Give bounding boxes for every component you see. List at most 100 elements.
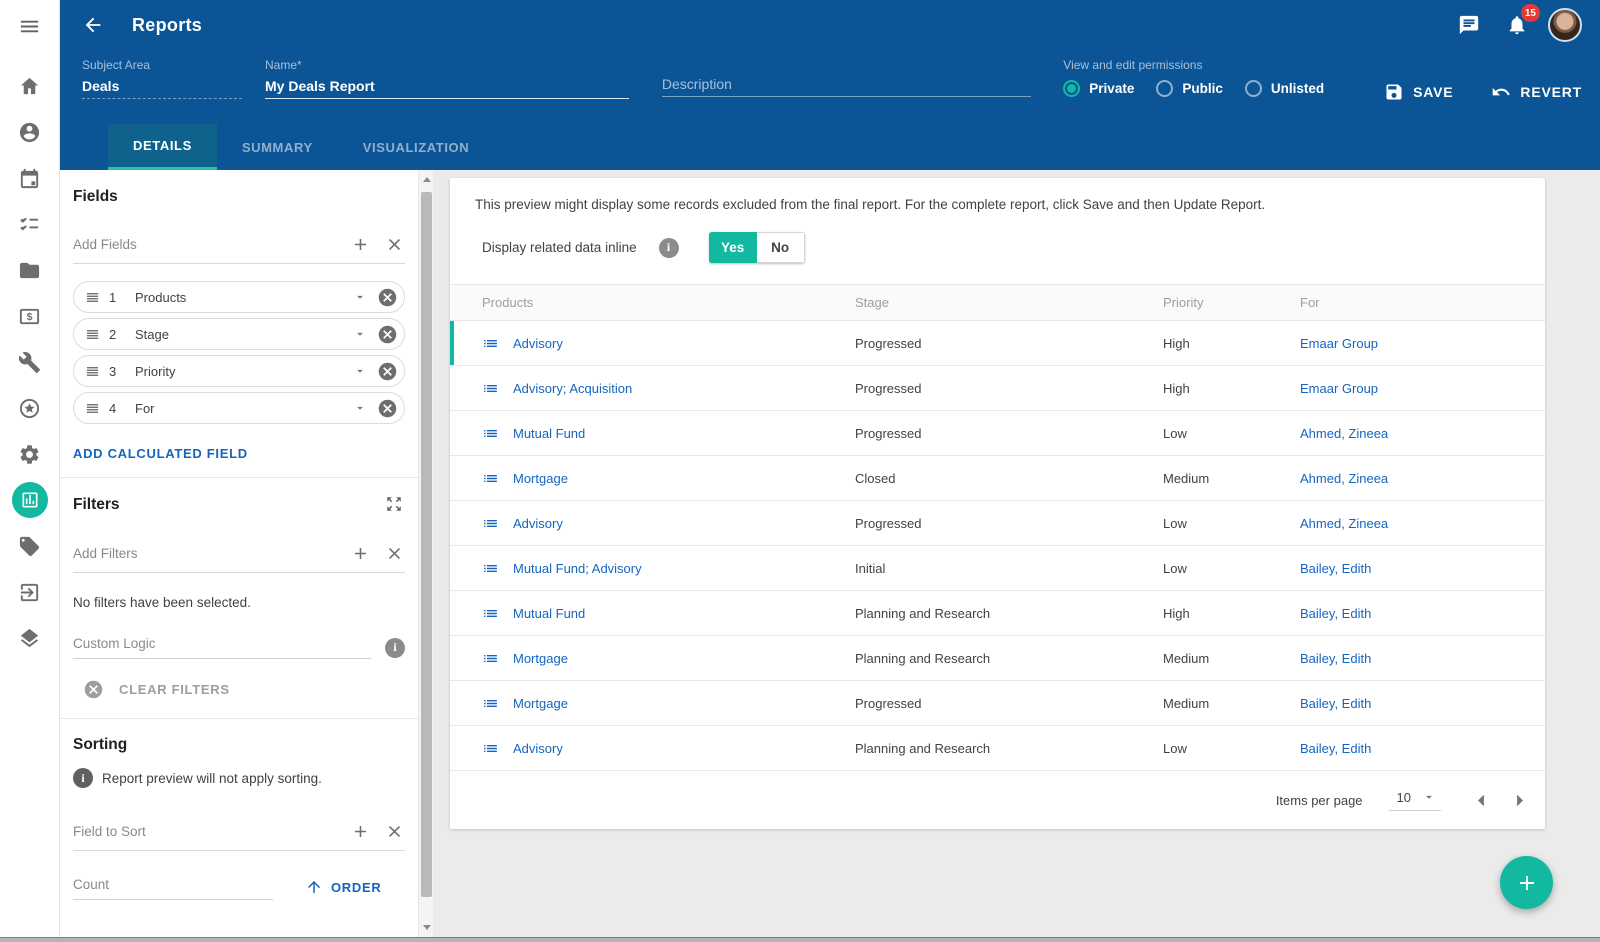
order-button[interactable]: ORDER: [305, 878, 381, 900]
drag-handle-icon[interactable]: [85, 289, 101, 305]
scrollbar-thumb[interactable]: [421, 192, 432, 897]
next-page-icon[interactable]: [1507, 788, 1531, 812]
table-row[interactable]: Mutual Fund Progressed Low Ahmed, Zineea: [450, 411, 1545, 456]
for-cell-link[interactable]: Ahmed, Zineea: [1300, 516, 1388, 531]
for-cell-link[interactable]: Bailey, Edith: [1300, 651, 1371, 666]
remove-field-icon[interactable]: [375, 322, 399, 346]
back-arrow-icon[interactable]: [82, 11, 110, 39]
products-cell-link[interactable]: Mutual Fund; Advisory: [513, 561, 642, 576]
scroll-up-icon[interactable]: [419, 172, 434, 187]
contacts-icon[interactable]: [17, 119, 43, 145]
tab-details[interactable]: DETAILS: [108, 124, 217, 170]
table-row[interactable]: Advisory Planning and Research Low Baile…: [450, 726, 1545, 771]
description-input[interactable]: [662, 75, 1031, 97]
clear-sort-close-icon[interactable]: [383, 820, 405, 842]
chevron-down-icon[interactable]: [352, 363, 368, 379]
tab-summary[interactable]: SUMMARY: [217, 124, 338, 170]
drag-handle-icon[interactable]: [85, 326, 101, 342]
table-row[interactable]: Mortgage Planning and Research Medium Ba…: [450, 636, 1545, 681]
add-filters-close-icon[interactable]: [383, 542, 405, 564]
for-cell-link[interactable]: Bailey, Edith: [1300, 696, 1371, 711]
drag-handle-icon[interactable]: [85, 400, 101, 416]
products-cell-link[interactable]: Mortgage: [513, 651, 568, 666]
chevron-down-icon[interactable]: [352, 400, 368, 416]
horizontal-scrollbar[interactable]: [0, 937, 1600, 942]
add-calculated-field-button[interactable]: ADD CALCULATED FIELD: [73, 446, 248, 461]
tools-icon[interactable]: [17, 349, 43, 375]
expand-fullscreen-icon[interactable]: [385, 495, 405, 515]
products-cell-link[interactable]: Advisory; Acquisition: [513, 381, 632, 396]
add-sort-plus-icon[interactable]: [349, 820, 371, 842]
subject-area-value[interactable]: [82, 77, 242, 99]
for-cell-link[interactable]: Bailey, Edith: [1300, 606, 1371, 621]
chevron-down-icon[interactable]: [352, 326, 368, 342]
products-cell-link[interactable]: Mutual Fund: [513, 426, 585, 441]
chat-icon[interactable]: [1454, 10, 1484, 40]
reports-chart-icon-active[interactable]: [12, 482, 48, 518]
for-cell-link[interactable]: Emaar Group: [1300, 381, 1378, 396]
priority-cell: Medium: [1163, 651, 1300, 666]
tags-icon[interactable]: [17, 533, 43, 559]
user-avatar[interactable]: [1548, 8, 1582, 42]
scroll-down-icon[interactable]: [419, 920, 434, 935]
home-icon[interactable]: [17, 73, 43, 99]
panel-scrollbar[interactable]: [418, 170, 433, 937]
tab-visualization[interactable]: VISUALIZATION: [338, 124, 495, 170]
add-fields-label[interactable]: Add Fields: [73, 237, 337, 252]
table-row[interactable]: Advisory Progressed High Emaar Group: [450, 321, 1545, 366]
chevron-down-icon[interactable]: [352, 289, 368, 305]
table-row[interactable]: Mortgage Progressed Medium Bailey, Edith: [450, 681, 1545, 726]
save-button[interactable]: SAVE: [1384, 58, 1453, 102]
preview-table: ProductsStagePriorityFor Advisory Progre…: [450, 284, 1545, 771]
for-cell-link[interactable]: Emaar Group: [1300, 336, 1378, 351]
custom-logic-input[interactable]: [73, 636, 371, 659]
remove-field-icon[interactable]: [375, 285, 399, 309]
add-fields-plus-icon[interactable]: [349, 233, 371, 255]
count-input[interactable]: [73, 877, 273, 900]
radio-private[interactable]: Private: [1063, 80, 1134, 97]
products-cell-link[interactable]: Mutual Fund: [513, 606, 585, 621]
calendar-icon[interactable]: [17, 165, 43, 191]
previous-page-icon[interactable]: [1469, 788, 1493, 812]
report-name-input[interactable]: [265, 77, 629, 99]
settings-gear-icon[interactable]: [17, 441, 43, 467]
table-row[interactable]: Mutual Fund; Advisory Initial Low Bailey…: [450, 546, 1545, 591]
tasks-icon[interactable]: [17, 211, 43, 237]
field-to-sort-label[interactable]: Field to Sort: [73, 824, 337, 839]
import-exit-icon[interactable]: [17, 579, 43, 605]
drag-handle-icon[interactable]: [85, 363, 101, 379]
page-size-select[interactable]: 10: [1389, 789, 1441, 811]
add-record-fab-button[interactable]: [1500, 856, 1553, 909]
billing-icon[interactable]: $: [17, 303, 43, 329]
remove-field-icon[interactable]: [375, 359, 399, 383]
remove-field-icon[interactable]: [375, 396, 399, 420]
table-row[interactable]: Advisory Progressed Low Ahmed, Zineea: [450, 501, 1545, 546]
layers-icon[interactable]: [17, 625, 43, 651]
table-row[interactable]: Advisory; Acquisition Progressed High Em…: [450, 366, 1545, 411]
for-cell-link[interactable]: Bailey, Edith: [1300, 561, 1371, 576]
for-cell-link[interactable]: Ahmed, Zineea: [1300, 426, 1388, 441]
add-filters-plus-icon[interactable]: [349, 542, 371, 564]
table-row[interactable]: Mortgage Closed Medium Ahmed, Zineea: [450, 456, 1545, 501]
arrow-up-icon: [305, 878, 323, 896]
radio-unlisted[interactable]: Unlisted: [1245, 80, 1324, 97]
products-cell-link[interactable]: Advisory: [513, 336, 563, 351]
for-cell-link[interactable]: Ahmed, Zineea: [1300, 471, 1388, 486]
hamburger-menu-icon[interactable]: [17, 13, 43, 39]
products-cell-link[interactable]: Advisory: [513, 516, 563, 531]
toggle-yes-button[interactable]: Yes: [709, 232, 757, 263]
revert-button[interactable]: REVERT: [1491, 58, 1582, 102]
radio-public[interactable]: Public: [1156, 80, 1223, 97]
for-cell-link[interactable]: Bailey, Edith: [1300, 741, 1371, 756]
folder-icon[interactable]: [17, 257, 43, 283]
favorites-icon[interactable]: [17, 395, 43, 421]
table-row[interactable]: Mutual Fund Planning and Research High B…: [450, 591, 1545, 636]
toggle-no-button[interactable]: No: [757, 232, 805, 263]
add-fields-close-icon[interactable]: [383, 233, 405, 255]
add-filters-label[interactable]: Add Filters: [73, 546, 337, 561]
products-cell-link[interactable]: Mortgage: [513, 696, 568, 711]
products-cell-link[interactable]: Mortgage: [513, 471, 568, 486]
notifications-bell-icon[interactable]: 15: [1502, 10, 1532, 40]
products-cell-link[interactable]: Advisory: [513, 741, 563, 756]
clear-filters-button[interactable]: CLEAR FILTERS: [83, 679, 405, 700]
